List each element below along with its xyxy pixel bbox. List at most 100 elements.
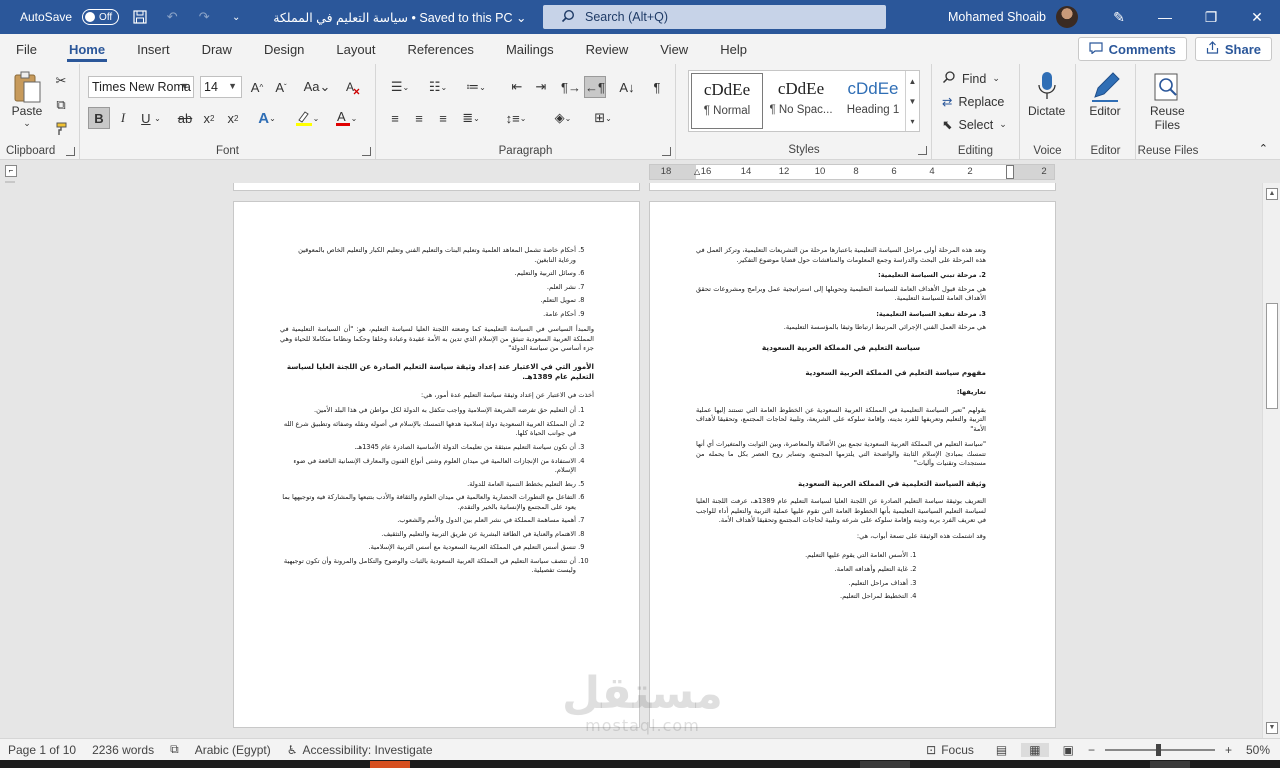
zoom-slider-thumb[interactable] [1155,744,1161,756]
italic-button[interactable]: I [112,107,134,129]
show-marks-icon[interactable]: ¶ [646,76,668,98]
underline-button[interactable]: U ⌄ [136,107,166,129]
strikethrough-button[interactable]: ab [174,107,196,129]
reuse-files-button[interactable]: Reuse Files [1150,70,1185,132]
clear-formatting-icon[interactable]: A [342,76,364,98]
tab-insert[interactable]: Insert [121,34,186,64]
borders-icon[interactable]: ⊞ ⌄ [586,107,620,129]
change-case-icon[interactable]: Aa⌄ [302,76,332,98]
multilevel-list-button[interactable]: ≔ ⌄ [460,76,492,98]
zoom-level[interactable]: 50% [1238,743,1280,757]
comments-button[interactable]: Comments [1077,37,1187,61]
style-normal[interactable]: cDdEe ¶ Normal [691,73,763,129]
page-indicator[interactable]: Page 1 of 10 [0,743,84,757]
font-size-combo[interactable]: 14 ▼ [200,76,242,98]
subscript-button[interactable]: x2 [198,107,220,129]
shading-icon[interactable]: ◈ ⌄ [546,107,580,129]
increase-indent-icon[interactable]: ⇥ [530,76,552,98]
page-right[interactable]: وتعد هذه المرحلة أولى مراحل السياسة التع… [649,201,1056,728]
language-indicator[interactable]: Arabic (Egypt) [187,743,279,757]
zoom-slider[interactable] [1104,744,1215,756]
undo-icon[interactable]: ↶ [161,6,183,28]
shrink-font-icon[interactable]: Aˇ [270,76,292,98]
align-center-icon[interactable]: ≡ [408,107,430,129]
replace-button[interactable]: ⇄ Replace [942,94,1004,110]
print-layout-icon[interactable]: ▦ [1021,743,1049,757]
redo-icon[interactable]: ↷ [193,6,215,28]
horizontal-ruler[interactable]: 18 16 14 12 10 8 6 4 2 2 △ [649,164,1055,180]
bold-button[interactable]: B [88,107,110,129]
chevron-up-icon[interactable]: ▲ [909,77,917,86]
customize-qat-icon[interactable]: ⌄ [225,6,247,28]
share-button[interactable]: Share [1194,37,1272,61]
hanging-indent-marker[interactable]: △ [694,167,700,176]
tab-help[interactable]: Help [704,34,763,64]
paragraph-launcher-icon[interactable] [662,147,671,156]
document-area[interactable]: وتعد هذه المرحلة أولى مراحل السياسة التع… [0,183,1262,738]
taskbar-app[interactable] [370,761,410,768]
tab-references[interactable]: References [391,34,489,64]
grow-font-icon[interactable]: A ^ [246,76,268,98]
zoom-out-icon[interactable]: − [1088,743,1095,757]
line-spacing-icon[interactable]: ↕≡ ⌄ [500,107,532,129]
styles-scroll[interactable]: ▲ ▼ ▾ [905,71,919,131]
text-effects-button[interactable]: A ⌄ [252,107,282,129]
web-layout-icon[interactable]: ▣ [1055,743,1082,757]
tab-selector[interactable]: ⌐ [5,165,17,177]
tab-mailings[interactable]: Mailings [490,34,570,64]
clipboard-launcher-icon[interactable] [66,147,75,156]
find-button[interactable]: Find ⌄ [942,70,1000,87]
styles-launcher-icon[interactable] [918,146,927,155]
proofing-icon[interactable]: ⧉ [162,742,187,757]
document-title[interactable]: سياسة التعليم في المملكة • Saved to this… [273,10,526,25]
numbering-button[interactable]: ☷ ⌄ [422,76,454,98]
read-mode-icon[interactable]: ▤ [988,743,1015,757]
tab-file[interactable]: File [0,34,53,64]
select-button[interactable]: ⬉ Select ⌄ [942,117,1007,133]
font-launcher-icon[interactable] [362,147,371,156]
taskbar-app[interactable] [860,761,910,768]
font-name-combo[interactable]: Times New Roma ▼ [88,76,194,98]
font-color-button[interactable]: A ⌄ [330,107,362,129]
dictate-button[interactable]: Dictate [1028,70,1065,118]
more-styles-icon[interactable]: ▾ [910,117,914,126]
autosave-toggle[interactable]: Off [82,9,120,25]
tab-layout[interactable]: Layout [320,34,391,64]
page-left[interactable]: أحكام خاصة تشمل المعاهد العلمية وتعليم ا… [233,201,640,728]
avatar[interactable] [1056,6,1078,28]
zoom-in-icon[interactable]: + [1225,743,1232,757]
tab-draw[interactable]: Draw [186,34,248,64]
minimize-icon[interactable]: — [1142,0,1188,34]
format-painter-icon[interactable] [50,118,72,140]
save-icon[interactable] [129,6,151,28]
chevron-down-icon[interactable]: ▼ [909,97,917,106]
collapse-ribbon-icon[interactable]: ⌃ [1259,142,1268,155]
tab-home[interactable]: Home [53,34,121,64]
tab-review[interactable]: Review [570,34,645,64]
word-count[interactable]: 2236 words [84,743,162,757]
pen-icon[interactable]: ✎ [1096,0,1142,34]
close-icon[interactable]: ✕ [1234,0,1280,34]
editor-button[interactable]: Editor [1088,70,1122,118]
indent-marker[interactable] [1006,165,1014,179]
superscript-button[interactable]: x2 [222,107,244,129]
focus-button[interactable]: ⊡ Focus [918,743,982,757]
style-no-spacing[interactable]: cDdEe ¶ No Spac... [765,73,837,129]
align-left-icon[interactable]: ≡ [384,107,406,129]
scroll-up-icon[interactable]: ▲ [1266,188,1278,200]
tab-design[interactable]: Design [248,34,320,64]
copy-icon[interactable]: ⧉ [50,94,72,116]
vertical-scrollbar[interactable]: ▲ ▼ [1262,183,1280,738]
user-name[interactable]: Mohamed Shoaib [948,10,1046,24]
ltr-icon[interactable]: ¶→ [560,76,582,98]
paste-button[interactable]: Paste ⌄ [10,70,44,129]
highlight-color-button[interactable]: ⌄ [290,107,324,129]
restore-icon[interactable]: ❐ [1188,0,1234,34]
cut-icon[interactable]: ✂ [50,70,72,92]
search-box[interactable]: Search (Alt+Q) [543,5,886,29]
accessibility-button[interactable]: ♿ Accessibility: Investigate [279,743,441,757]
scroll-thumb[interactable] [1266,303,1278,409]
style-heading-1[interactable]: cDdEe Heading 1 [837,73,909,129]
scroll-down-icon[interactable]: ▼ [1266,722,1278,734]
justify-icon[interactable]: ≣ ⌄ [456,107,486,129]
